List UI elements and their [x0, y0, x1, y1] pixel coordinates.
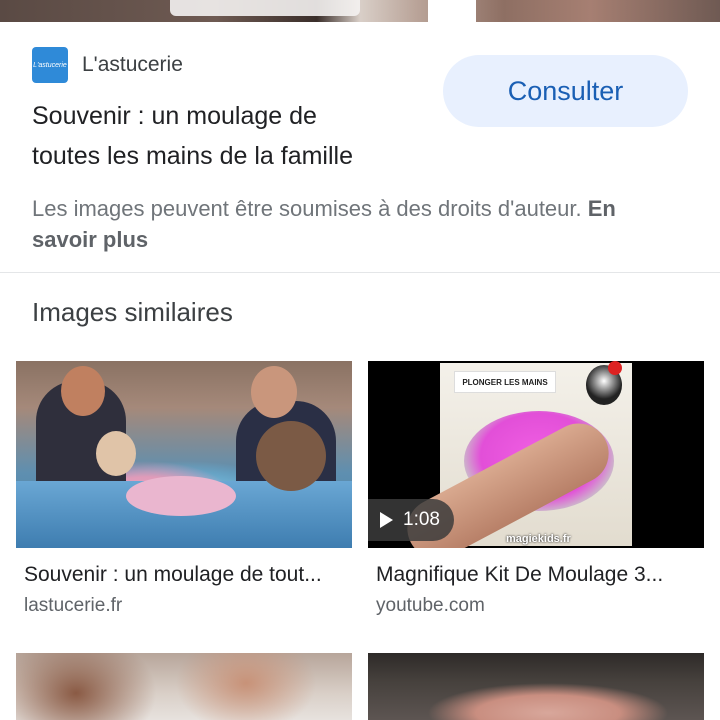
- thumbnail-person-head: [61, 366, 105, 416]
- divider: [0, 272, 720, 273]
- thumbnail-child-head: [96, 431, 136, 476]
- thumbnail-person-head: [251, 366, 297, 418]
- visit-button[interactable]: Consulter: [443, 55, 688, 127]
- video-watermark: magiekids.fr: [506, 533, 571, 545]
- video-overlay-label: PLONGER LES MAINS: [454, 371, 556, 393]
- similar-image-card[interactable]: PLONGER LES MAINS 1:08 magiekids.fr Magn…: [368, 361, 704, 621]
- hero-image[interactable]: [0, 0, 720, 22]
- source-name: L'astucerie: [82, 53, 183, 76]
- similar-video-thumbnail[interactable]: PLONGER LES MAINS 1:08 magiekids.fr: [368, 361, 704, 548]
- video-duration: 1:08: [403, 509, 440, 530]
- image-title-line-2: toutes les mains de la famille: [32, 142, 353, 170]
- similar-image-title: Magnifique Kit De Moulage 3...: [376, 563, 664, 586]
- similar-image-card[interactable]: [368, 653, 704, 720]
- similar-image-thumbnail[interactable]: [368, 653, 704, 720]
- copyright-notice: Les images peuvent être soumises à des d…: [32, 193, 632, 255]
- similar-image-card[interactable]: [16, 653, 352, 720]
- site-favicon-icon: L'astucerie: [32, 47, 68, 83]
- thumbnail-pink-mould: [126, 476, 236, 516]
- hero-image-gap: [428, 0, 476, 22]
- copyright-text: Les images peuvent être soumises à des d…: [32, 196, 588, 221]
- similar-image-domain: youtube.com: [376, 595, 485, 616]
- mascot-hat-icon: [608, 361, 622, 375]
- similar-images-heading: Images similaires: [32, 297, 233, 327]
- play-icon: [380, 512, 393, 528]
- image-title-line-1: Souvenir : un moulage de: [32, 102, 317, 130]
- hero-image-text-fragment: [170, 0, 360, 16]
- similar-image-thumbnail[interactable]: [16, 361, 352, 548]
- similar-image-thumbnail[interactable]: [16, 653, 352, 720]
- thumbnail-child-head: [256, 421, 326, 491]
- similar-image-title: Souvenir : un moulage de tout...: [24, 563, 322, 586]
- similar-image-card[interactable]: Souvenir : un moulage de tout... lastuce…: [16, 361, 352, 621]
- video-duration-badge: 1:08: [368, 499, 454, 541]
- source-row[interactable]: L'astucerie L'astucerie: [32, 47, 183, 83]
- similar-image-domain: lastucerie.fr: [24, 595, 123, 616]
- image-title[interactable]: Souvenir : un moulage de toutes les main…: [32, 96, 432, 176]
